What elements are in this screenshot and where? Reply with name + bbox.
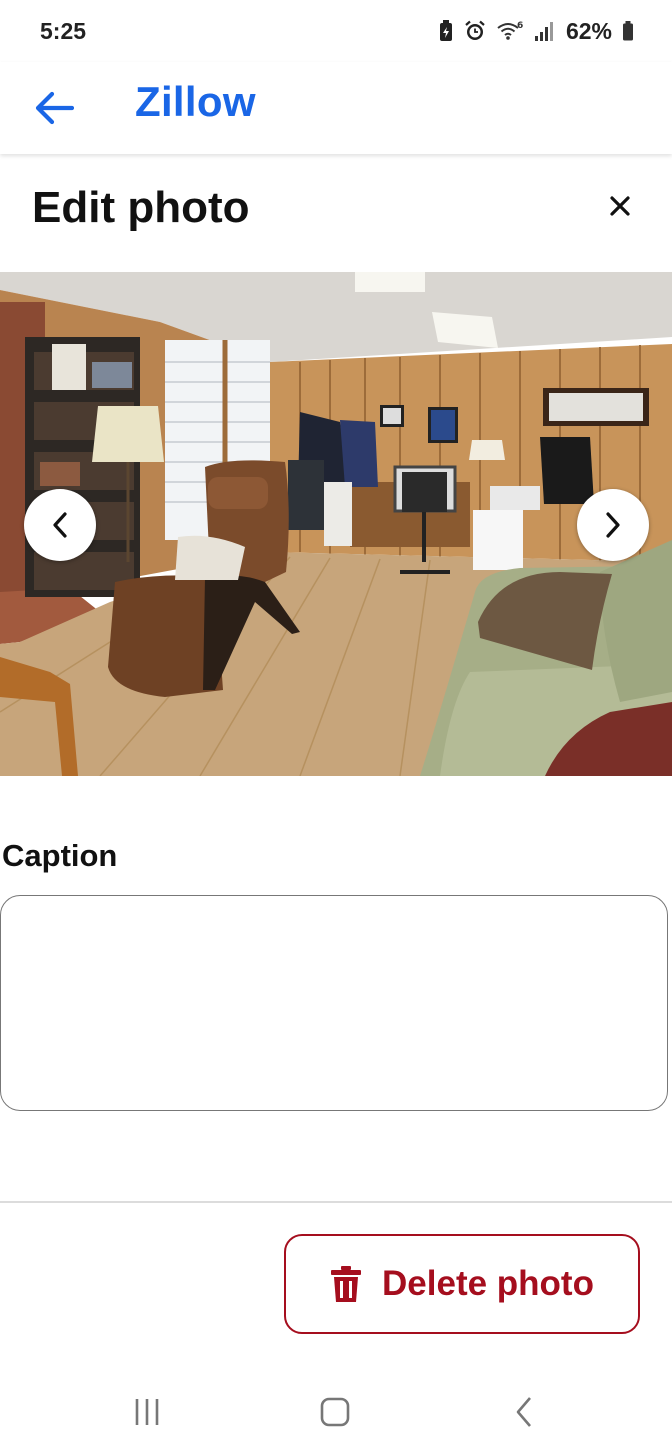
delete-photo-label: Delete photo <box>382 1264 594 1303</box>
back-button[interactable] <box>26 80 82 136</box>
battery-percent: 62% <box>565 17 612 44</box>
close-icon <box>610 196 630 216</box>
signal-icon <box>534 22 553 41</box>
caption-label: Caption <box>2 838 118 873</box>
battery-icon <box>623 21 633 41</box>
alarm-icon <box>465 20 485 40</box>
app-bar: Zillow <box>0 62 672 154</box>
svg-text:6: 6 <box>517 21 523 31</box>
previous-photo-button[interactable] <box>24 489 96 561</box>
status-time: 5:25 <box>40 18 87 44</box>
chevron-left-icon <box>53 512 67 538</box>
trash-icon <box>331 1266 362 1302</box>
room-photo-image <box>0 272 672 776</box>
room-photo <box>0 272 672 776</box>
page-title: Edit photo <box>32 183 250 232</box>
delete-photo-button[interactable]: Delete photo <box>284 1234 640 1334</box>
recent-apps-button[interactable] <box>117 1392 177 1432</box>
chevron-right-icon <box>606 512 620 538</box>
wifi-6-icon: 6 <box>497 21 523 40</box>
battery-saver-icon <box>439 20 452 41</box>
app-title: Zillow <box>135 78 256 125</box>
home-icon <box>320 1397 350 1427</box>
divider <box>0 1201 672 1203</box>
status-bar: 5:25 6 62% <box>0 0 672 62</box>
next-photo-button[interactable] <box>577 489 649 561</box>
caption-input[interactable] <box>0 895 668 1111</box>
system-nav-bar <box>0 1370 672 1456</box>
home-button[interactable] <box>305 1392 365 1432</box>
close-button[interactable] <box>596 185 644 227</box>
status-icons: 6 62% <box>438 16 634 46</box>
recent-apps-icon <box>135 1399 159 1425</box>
system-back-button[interactable] <box>494 1392 554 1432</box>
back-icon <box>516 1397 531 1427</box>
arrow-left-icon <box>35 91 74 125</box>
